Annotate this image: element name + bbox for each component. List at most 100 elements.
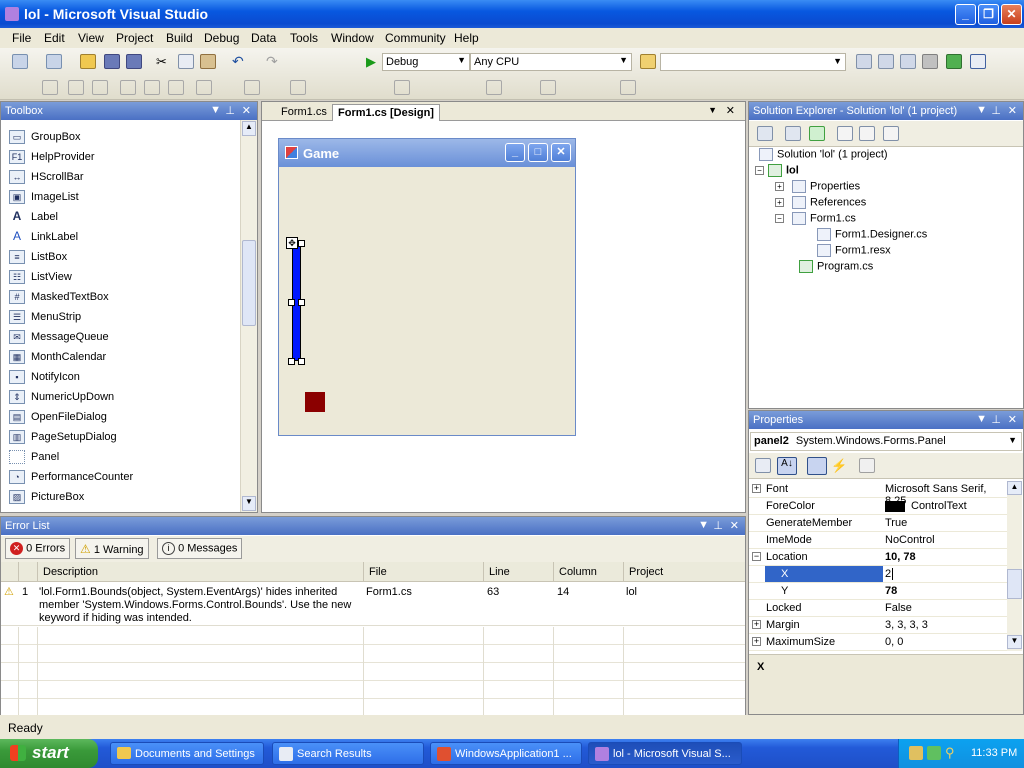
view-designer-icon[interactable] xyxy=(859,126,875,141)
tab-form1-cs[interactable]: Form1.cs xyxy=(276,104,332,121)
toolbox-item-maskedtextbox[interactable]: # MaskedTextBox xyxy=(9,290,109,308)
align-left-icon[interactable] xyxy=(42,80,58,95)
dropdown-arrow-icon[interactable]: ▼ xyxy=(210,104,221,116)
menu-view[interactable]: View xyxy=(78,31,104,45)
resize-handle-left[interactable] xyxy=(288,299,295,306)
align-bottom-icon[interactable] xyxy=(168,80,184,95)
show-all-files-icon[interactable] xyxy=(785,126,801,141)
property-grid-icon[interactable] xyxy=(859,458,875,473)
scroll-up-icon[interactable]: ▲ xyxy=(1007,481,1022,495)
search-tray-icon[interactable]: ⚲ xyxy=(945,745,955,761)
same-height-icon[interactable] xyxy=(244,80,260,95)
menu-data[interactable]: Data xyxy=(251,31,276,45)
align-top-icon[interactable] xyxy=(120,80,136,95)
view-code-icon[interactable] xyxy=(837,126,853,141)
center-horizontally-icon[interactable] xyxy=(486,80,502,95)
class-diagram-icon[interactable] xyxy=(883,126,899,141)
resize-handle-bottom-left[interactable] xyxy=(288,358,295,365)
close-button[interactable]: ✕ xyxy=(1001,4,1022,25)
save-all-icon[interactable] xyxy=(126,54,142,69)
tree-node-form1[interactable]: − Form1.cs xyxy=(775,212,856,225)
dropdown-arrow-icon[interactable]: ▼ xyxy=(976,413,987,425)
tree-node-solution[interactable]: Solution 'lol' (1 project) xyxy=(759,148,888,161)
dropdown-arrow-icon[interactable]: ▼ xyxy=(976,104,987,116)
block-panel[interactable] xyxy=(305,392,325,412)
events-icon[interactable]: ⚡ xyxy=(831,458,847,473)
move-glyph-icon[interactable]: ✥ xyxy=(286,237,298,249)
open-file-icon[interactable] xyxy=(80,54,96,69)
align-center-icon[interactable] xyxy=(68,80,84,95)
errors-filter-button[interactable]: ✕ 0 Errors xyxy=(5,538,71,559)
toolbox-item-menustrip[interactable]: ☰ MenuStrip xyxy=(9,310,81,328)
column-line[interactable]: Line xyxy=(489,566,510,578)
tab-order-icon[interactable] xyxy=(620,80,636,95)
task-windowsapplication1[interactable]: WindowsApplication1 ... xyxy=(430,742,582,765)
toolbox-item-linklabel[interactable]: A LinkLabel xyxy=(9,230,78,248)
categorized-icon[interactable] xyxy=(755,458,771,473)
menu-debug[interactable]: Debug xyxy=(204,31,239,45)
toolbox-item-label[interactable]: A Label xyxy=(9,210,58,228)
column-project[interactable]: Project xyxy=(629,566,663,578)
pin-icon[interactable]: ⊥ xyxy=(991,104,1001,117)
toolbox-scrollbar[interactable]: ▲ ▼ xyxy=(240,120,257,512)
toolbox-icon[interactable] xyxy=(922,54,938,69)
tree-node-form1-designer[interactable]: Form1.Designer.cs xyxy=(817,228,927,241)
close-icon[interactable]: ✕ xyxy=(730,519,739,532)
form-preview-window[interactable]: Game _ □ ✕ ✥ xyxy=(278,138,576,436)
menu-community[interactable]: Community xyxy=(385,31,446,45)
toolbox-item-helpprovider[interactable]: F1 HelpProvider xyxy=(9,150,95,168)
property-row-location[interactable]: − Location 10, 78 xyxy=(749,549,1008,566)
tab-list-icon[interactable]: ▼ xyxy=(708,105,717,115)
property-row-maximumsize[interactable]: + MaximumSize 0, 0 xyxy=(749,634,1008,651)
menu-build[interactable]: Build xyxy=(166,31,193,45)
v-spacing-icon[interactable] xyxy=(394,80,410,95)
h-spacing-icon[interactable] xyxy=(290,80,306,95)
minimize-button[interactable]: _ xyxy=(955,4,976,25)
cut-icon[interactable]: ✂ xyxy=(156,54,172,69)
close-icon[interactable]: ✕ xyxy=(1008,413,1017,426)
column-file[interactable]: File xyxy=(369,566,387,578)
resize-handle-top-right[interactable] xyxy=(298,240,305,247)
start-button[interactable]: start xyxy=(0,739,98,768)
same-width-icon[interactable] xyxy=(196,80,212,95)
menu-help[interactable]: Help xyxy=(454,31,479,45)
toolbox-item-groupbox[interactable]: ▭ GroupBox xyxy=(9,130,81,148)
configuration-dropdown[interactable]: Debug ▼ xyxy=(382,53,470,71)
align-right-icon[interactable] xyxy=(92,80,108,95)
save-icon[interactable] xyxy=(104,54,120,69)
pin-icon[interactable]: ⊥ xyxy=(225,104,235,117)
window-title-bar[interactable]: lol - Microsoft Visual Studio _ ❐ ✕ xyxy=(0,0,1024,28)
property-row-locked[interactable]: Locked False xyxy=(749,600,1008,617)
tree-node-references[interactable]: + References xyxy=(775,196,866,209)
toolbox-item-monthcalendar[interactable]: ▦ MonthCalendar xyxy=(9,350,106,368)
property-grid-scrollbar[interactable]: ▲ ▼ xyxy=(1007,481,1022,651)
find-in-files-icon[interactable] xyxy=(640,54,656,69)
object-browser-icon[interactable] xyxy=(900,54,916,69)
x-value-input[interactable]: 2 xyxy=(885,568,894,580)
toolbox-item-hscrollbar[interactable]: ↔ HScrollBar xyxy=(9,170,84,188)
scroll-up-icon[interactable]: ▲ xyxy=(242,121,256,136)
add-item-icon[interactable] xyxy=(46,54,62,69)
column-column[interactable]: Column xyxy=(559,566,597,578)
object-selector[interactable]: panel2 System.Windows.Forms.Panel ▼ xyxy=(750,432,1022,451)
tree-node-project[interactable]: − lol xyxy=(755,164,799,177)
property-row-generatemember[interactable]: GenerateMember True xyxy=(749,515,1008,532)
pin-icon[interactable]: ⊥ xyxy=(991,413,1001,426)
collapse-icon[interactable]: − xyxy=(752,552,761,561)
error-row[interactable]: ⚠ 1 'lol.Form1.Bounds(object, System.Eve… xyxy=(1,583,745,626)
pin-icon[interactable]: ⊥ xyxy=(713,519,723,532)
property-row-forecolor[interactable]: ForeColor ControlText xyxy=(749,498,1008,515)
close-document-icon[interactable]: ✕ xyxy=(726,104,735,117)
properties-icon[interactable] xyxy=(757,126,773,141)
tree-node-program[interactable]: Program.cs xyxy=(799,260,873,273)
platform-dropdown[interactable]: Any CPU ▼ xyxy=(470,53,632,71)
menu-window[interactable]: Window xyxy=(331,31,374,45)
expand-icon[interactable]: + xyxy=(775,198,784,208)
expand-icon[interactable]: + xyxy=(752,637,761,646)
messages-filter-button[interactable]: i 0 Messages xyxy=(157,538,243,559)
task-visual-studio[interactable]: lol - Microsoft Visual S... xyxy=(588,742,742,765)
resize-handle-bottom-right[interactable] xyxy=(298,358,305,365)
property-row-x[interactable]: X2 xyxy=(749,566,1008,583)
toolbox-item-imagelist[interactable]: ▣ ImageList xyxy=(9,190,79,208)
toolbox-item-panel[interactable]: Panel xyxy=(9,450,59,468)
